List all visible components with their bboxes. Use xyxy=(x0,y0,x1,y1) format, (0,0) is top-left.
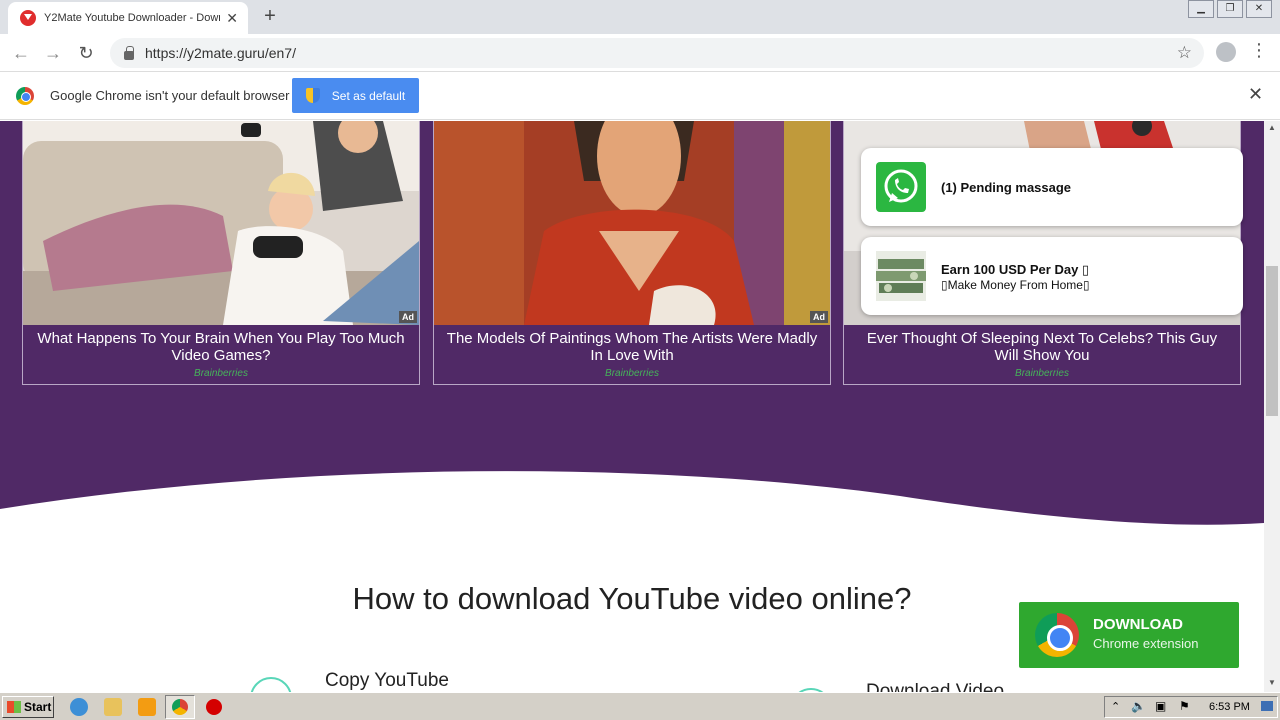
ad-card-title[interactable]: Ever Thought Of Sleeping Next To Celebs?… xyxy=(856,330,1228,364)
set-as-default-label: Set as default xyxy=(331,88,406,103)
folder-icon[interactable] xyxy=(104,698,122,716)
earn-money-notification[interactable]: Earn 100 USD Per Day ▯ ▯Make Money From … xyxy=(861,237,1243,315)
ad-badge: Ad xyxy=(399,311,417,323)
tab-strip: Y2Mate Youtube Downloader - Download ✕ +… xyxy=(0,0,1280,34)
notification-subtitle: ▯Make Money From Home▯ xyxy=(941,278,1090,292)
whatsapp-notification[interactable]: (1) Pending massage xyxy=(861,148,1243,226)
ad-card-title[interactable]: What Happens To Your Brain When You Play… xyxy=(35,330,407,364)
uac-shield-icon xyxy=(305,88,320,103)
chrome-icon xyxy=(172,699,188,715)
internet-explorer-icon[interactable] xyxy=(70,698,88,716)
window-controls: ▁ ❐ ✕ xyxy=(1185,0,1272,18)
show-desktop-icon[interactable] xyxy=(1261,701,1273,711)
media-player-icon[interactable] xyxy=(138,698,156,716)
ad-card-title[interactable]: The Models Of Paintings Whom The Artists… xyxy=(446,330,818,364)
minimize-button[interactable]: ▁ xyxy=(1188,0,1214,18)
ad-card-image[interactable]: Ad xyxy=(434,121,830,325)
default-browser-infobar: Google Chrome isn't your default browser… xyxy=(0,72,1280,120)
restore-button[interactable]: ❐ xyxy=(1217,0,1243,18)
page-viewport: Ad What Happens To Your Brain When You P… xyxy=(0,121,1264,692)
show-hidden-icons-icon[interactable]: ⌃ xyxy=(1111,700,1120,713)
money-stack-icon xyxy=(876,251,926,301)
url-text[interactable]: https://y2mate.guru/en7/ xyxy=(145,45,296,61)
network-icon[interactable]: ▣ xyxy=(1155,699,1166,713)
step-one-icon xyxy=(250,677,292,692)
browser-toolbar: ← → ↻ https://y2mate.guru/en7/ ☆ ⋮ xyxy=(0,34,1280,72)
opera-icon[interactable] xyxy=(206,699,222,715)
start-label: Start xyxy=(24,700,52,714)
action-center-flag-icon[interactable]: ⚑ xyxy=(1179,699,1190,713)
start-button[interactable]: Start xyxy=(2,696,54,718)
reload-icon[interactable]: ↻ xyxy=(75,42,97,64)
browser-tab[interactable]: Y2Mate Youtube Downloader - Download ✕ xyxy=(8,2,248,34)
close-window-button[interactable]: ✕ xyxy=(1246,0,1272,18)
notification-title: (1) Pending massage xyxy=(941,180,1072,195)
taskbar-clock[interactable]: 6:53 PM xyxy=(1209,701,1250,713)
y2mate-favicon-icon xyxy=(20,10,36,26)
step-one-text: Copy YouTube xyxy=(325,670,449,691)
back-arrow-icon[interactable]: ← xyxy=(10,42,32,64)
close-tab-icon[interactable]: ✕ xyxy=(226,10,238,27)
bookmark-star-icon[interactable]: ☆ xyxy=(1177,43,1192,63)
set-as-default-button[interactable]: Set as default xyxy=(292,78,419,113)
ad-card[interactable]: Ad What Happens To Your Brain When You P… xyxy=(22,121,420,385)
page-scrollbar[interactable]: ▲ ▼ xyxy=(1264,121,1280,692)
infobar-message: Google Chrome isn't your default browser xyxy=(50,88,290,103)
tab-title: Y2Mate Youtube Downloader - Download xyxy=(44,12,220,24)
whatsapp-icon xyxy=(876,162,926,212)
volume-icon[interactable]: 🔈 xyxy=(1131,699,1146,713)
notification-title: Earn 100 USD Per Day ▯ xyxy=(941,262,1090,277)
wave-divider xyxy=(0,471,1264,551)
scroll-thumb[interactable] xyxy=(1266,266,1278,416)
chrome-taskbar-button[interactable] xyxy=(165,695,195,719)
windows-taskbar: Start ⌃ 🔈 ▣ ⚑ 6:53 PM xyxy=(0,692,1280,720)
system-tray: ⌃ 🔈 ▣ ⚑ 6:53 PM xyxy=(1104,696,1278,718)
chrome-logo-icon xyxy=(16,87,34,105)
download-extension-button[interactable]: DOWNLOAD Chrome extension xyxy=(1019,602,1239,668)
scroll-down-arrow-icon[interactable]: ▼ xyxy=(1264,676,1280,690)
chrome-logo-icon xyxy=(1035,613,1079,657)
ad-card-image[interactable]: Ad xyxy=(23,121,419,325)
address-bar[interactable]: https://y2mate.guru/en7/ ☆ xyxy=(110,38,1204,68)
scroll-up-arrow-icon[interactable]: ▲ xyxy=(1264,121,1280,135)
lock-icon xyxy=(124,45,134,60)
ad-card[interactable]: Ad The Models Of Paintings Whom The Arti… xyxy=(433,121,831,385)
menu-kebab-icon[interactable]: ⋮ xyxy=(1250,40,1268,61)
ad-badge: Ad xyxy=(810,311,828,323)
download-button-title: DOWNLOAD xyxy=(1093,616,1183,633)
ad-card-source[interactable]: Brainberries xyxy=(434,368,830,379)
forward-arrow-icon[interactable]: → xyxy=(42,42,64,64)
ad-card-source[interactable]: Brainberries xyxy=(23,368,419,379)
ad-card-source[interactable]: Brainberries xyxy=(844,368,1240,379)
profile-avatar-icon[interactable] xyxy=(1216,42,1236,62)
new-tab-button[interactable]: + xyxy=(258,4,282,28)
infobar-close-icon[interactable]: ✕ xyxy=(1248,84,1263,105)
step-two-text: Download Video xyxy=(866,681,1005,692)
download-button-subtitle: Chrome extension xyxy=(1093,636,1199,651)
windows-flag-icon xyxy=(7,701,21,713)
